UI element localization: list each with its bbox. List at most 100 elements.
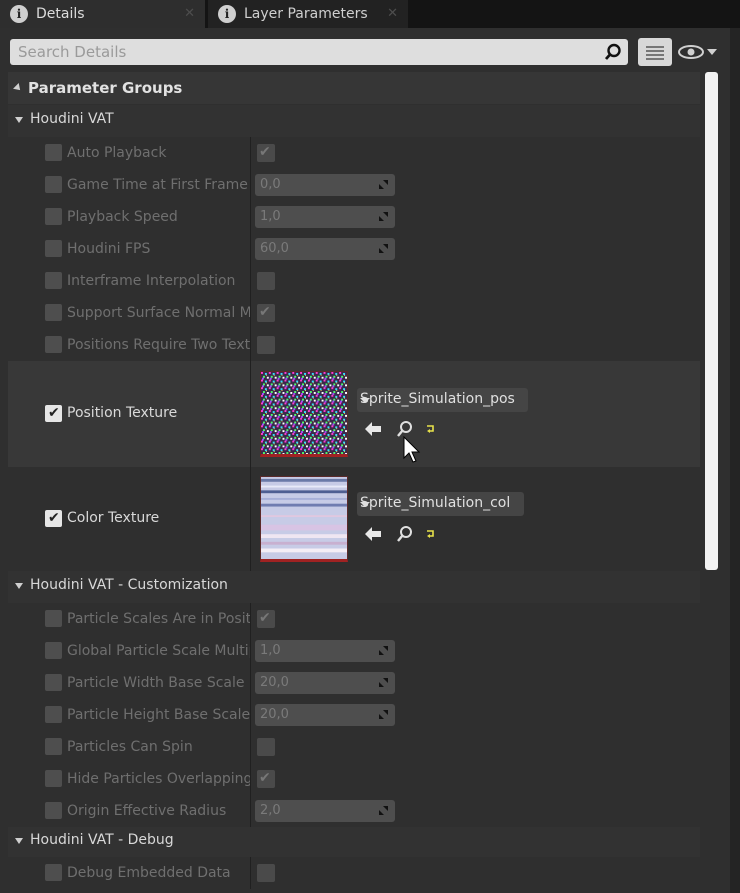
property-label: Particle Scales Are in Posit (67, 611, 250, 627)
override-checkbox[interactable] (45, 802, 62, 819)
number-input[interactable]: 2,0 (255, 800, 395, 822)
property-label: Hide Particles Overlapping (67, 771, 250, 787)
info-icon: i (218, 5, 236, 23)
number-value: 0,0 (260, 177, 281, 192)
override-checkbox[interactable] (45, 706, 62, 723)
browse-magnifier-icon[interactable] (396, 525, 414, 543)
property-row: Game Time at First Frame 0,0 (8, 169, 700, 201)
tab-details-label: Details (36, 6, 85, 22)
view-options-button[interactable] (638, 38, 672, 66)
value-checkbox[interactable]: ✔ (257, 304, 275, 322)
override-checkbox[interactable] (45, 208, 62, 225)
number-input[interactable]: 20,0 (255, 672, 395, 694)
property-row: Interframe Interpolation (8, 265, 700, 297)
property-row: Playback Speed 1,0 (8, 201, 700, 233)
property-row: Auto Playback ✔ (8, 137, 700, 169)
group-header-customization[interactable]: Houdini VAT - Customization (8, 571, 700, 603)
scrollbar[interactable] (705, 72, 718, 570)
override-checkbox[interactable] (45, 770, 62, 787)
number-value: 2,0 (260, 803, 281, 818)
value-checkbox[interactable] (257, 272, 275, 290)
expand-arrow-icon (379, 806, 388, 815)
section-header[interactable]: Parameter Groups (8, 72, 700, 104)
number-input[interactable]: 0,0 (255, 174, 395, 196)
override-checkbox[interactable] (45, 864, 62, 881)
override-checkbox[interactable] (45, 738, 62, 755)
override-checkbox[interactable] (45, 610, 62, 627)
property-row: Particle Height Base Scale 20,0 (8, 699, 700, 731)
value-checkbox[interactable] (257, 864, 275, 882)
number-value: 20,0 (260, 675, 289, 690)
reset-arrow-icon[interactable] (426, 529, 436, 538)
property-row: Particle Scales Are in Posit ✔ (8, 603, 700, 635)
collapse-triangle-icon[interactable] (15, 117, 23, 123)
tab-layer-parameters[interactable]: i Layer Parameters ✕ (208, 0, 408, 28)
tab-details[interactable]: i Details ✕ (0, 0, 205, 28)
position-texture-asset-combo[interactable]: Sprite_Simulation_pos (357, 388, 528, 412)
property-label: Particle Height Base Scale (67, 707, 250, 723)
property-label: Playback Speed (67, 209, 178, 225)
number-value: 20,0 (260, 707, 289, 722)
expand-arrow-icon (379, 710, 388, 719)
number-input[interactable]: 60,0 (255, 238, 395, 260)
override-checkbox[interactable] (45, 272, 62, 289)
property-label: Debug Embedded Data (67, 865, 231, 881)
collapse-triangle-icon[interactable] (13, 83, 23, 93)
color-texture-asset-combo[interactable]: Sprite_Simulation_col (357, 492, 524, 516)
property-row: Hide Particles Overlapping ✔ (8, 763, 700, 795)
group-header-debug[interactable]: Houdini VAT - Debug (8, 827, 700, 857)
group-label: Houdini VAT (30, 111, 114, 127)
override-checkbox[interactable] (45, 176, 62, 193)
property-row-color-texture: ✔ Color Texture (8, 467, 700, 571)
number-value: 60,0 (260, 241, 289, 256)
override-checkbox[interactable] (45, 304, 62, 321)
section-header-label: Parameter Groups (28, 79, 183, 97)
override-checkbox[interactable] (45, 240, 62, 257)
number-input[interactable]: 1,0 (255, 640, 395, 662)
value-checkbox[interactable]: ✔ (257, 144, 275, 162)
number-input[interactable]: 20,0 (255, 704, 395, 726)
property-row: Global Particle Scale Multip 1,0 (8, 635, 700, 667)
property-row: Particles Can Spin (8, 731, 700, 763)
collapse-triangle-icon[interactable] (15, 838, 23, 844)
override-checkbox[interactable] (45, 144, 62, 161)
collapse-triangle-icon[interactable] (15, 583, 23, 589)
arrow-left-icon[interactable] (364, 526, 382, 542)
mouse-cursor-icon (403, 436, 421, 463)
property-row: Origin Effective Radius 2,0 (8, 795, 700, 827)
override-checkbox[interactable] (45, 336, 62, 353)
property-label: Global Particle Scale Multip (67, 643, 250, 659)
property-row: Debug Embedded Data (8, 857, 700, 889)
number-input[interactable]: 1,0 (255, 206, 395, 228)
value-checkbox[interactable] (257, 738, 275, 756)
value-checkbox[interactable]: ✔ (257, 610, 275, 628)
property-label: Particles Can Spin (67, 739, 193, 755)
property-label: Support Surface Normal Ma (67, 305, 250, 321)
close-icon[interactable]: ✕ (387, 6, 398, 21)
search-input[interactable]: Search Details (10, 39, 628, 65)
group-label: Houdini VAT - Customization (30, 577, 228, 593)
asset-name: Sprite_Simulation_col (360, 495, 511, 511)
position-texture-thumbnail[interactable] (260, 371, 348, 457)
override-checkbox[interactable] (45, 642, 62, 659)
eye-icon[interactable] (678, 42, 722, 62)
color-texture-thumbnail[interactable] (260, 476, 348, 562)
property-row: Particle Width Base Scale 20,0 (8, 667, 700, 699)
number-value: 1,0 (260, 643, 281, 658)
asset-name: Sprite_Simulation_pos (360, 391, 515, 407)
value-checkbox[interactable] (257, 336, 275, 354)
property-label: Auto Playback (67, 145, 167, 161)
close-icon[interactable]: ✕ (184, 6, 195, 21)
override-checkbox[interactable]: ✔ (45, 405, 62, 422)
value-checkbox[interactable]: ✔ (257, 770, 275, 788)
asset-actions (362, 419, 442, 439)
reset-arrow-icon[interactable] (426, 424, 436, 433)
search-icon[interactable] (604, 43, 622, 61)
override-checkbox[interactable]: ✔ (45, 510, 62, 527)
override-checkbox[interactable] (45, 674, 62, 691)
tab-bar: i Details ✕ i Layer Parameters ✕ (0, 0, 740, 28)
arrow-left-icon[interactable] (364, 421, 382, 437)
property-label: Interframe Interpolation (67, 273, 236, 289)
property-label: Color Texture (67, 510, 160, 526)
group-header-houdini-vat[interactable]: Houdini VAT (8, 105, 700, 137)
